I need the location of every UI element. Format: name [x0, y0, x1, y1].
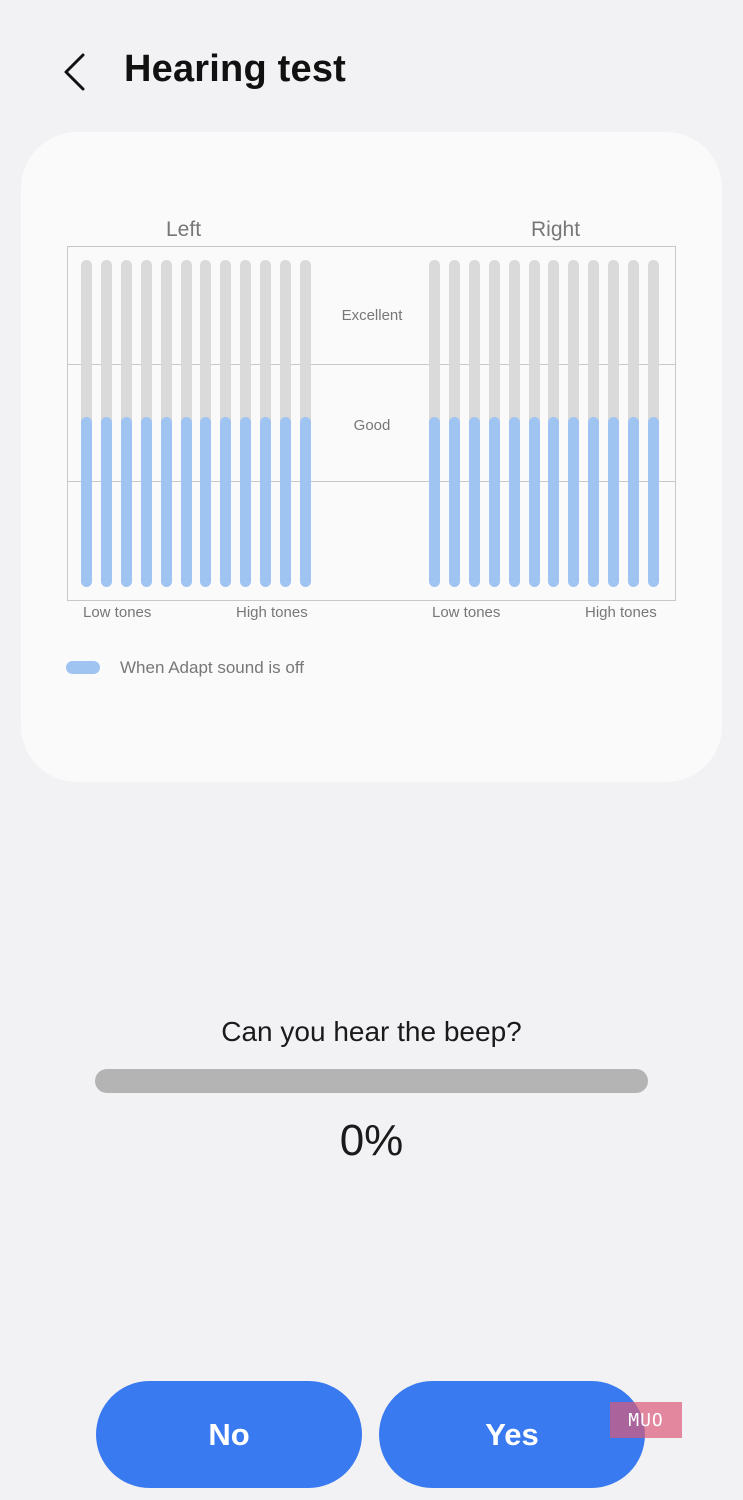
chevron-left-icon [64, 53, 85, 91]
header: Hearing test [0, 0, 743, 140]
left-frequency-bar [180, 260, 192, 587]
right-frequency-bar-level [548, 416, 560, 587]
band-label-excellent: Excellent [341, 307, 403, 324]
left-frequency-bar [160, 260, 172, 587]
left-frequency-bar-level [180, 416, 192, 587]
right-frequency-bar [608, 260, 620, 587]
right-frequency-bar [628, 260, 639, 587]
watermark-logo: MUO [610, 1402, 682, 1438]
left-frequency-bar [81, 260, 92, 587]
right-frequency-bar-level [448, 416, 460, 587]
right-frequency-bar [508, 260, 520, 587]
right-frequency-bar [468, 260, 480, 587]
right-frequency-bar-level [608, 416, 620, 587]
left-frequency-bar [200, 260, 212, 587]
right-frequency-bar-level [528, 416, 540, 587]
progress-percent: 0% [339, 1116, 404, 1165]
right-frequency-bar-level [429, 416, 440, 587]
back-button[interactable] [52, 48, 96, 96]
right-high-tones-label: High tones [585, 604, 657, 621]
left-frequency-bar [120, 260, 132, 587]
left-frequency-bar [240, 260, 252, 587]
band-divider [68, 481, 675, 482]
left-frequency-bar [220, 260, 232, 587]
side-label-left: Left [166, 218, 202, 241]
left-frequency-bar-level [100, 416, 112, 587]
yes-button[interactable]: Yes [379, 1381, 645, 1488]
left-low-tones-label: Low tones [83, 604, 152, 621]
right-frequency-bar [588, 260, 600, 587]
band-label-good: Good [353, 417, 391, 434]
right-frequency-bar-level [468, 416, 480, 587]
left-frequency-bar-level [299, 416, 311, 587]
hearing-graph: Excellent Good [67, 246, 676, 601]
page-title: Hearing test [124, 48, 347, 90]
left-frequency-bar [140, 260, 152, 587]
right-frequency-bar [548, 260, 560, 587]
question-text: Can you hear the beep? [221, 1016, 522, 1047]
left-frequency-bar-level [140, 416, 152, 587]
no-button[interactable]: No [96, 1381, 362, 1488]
right-frequency-bar-level [488, 416, 500, 587]
right-frequency-bar [488, 260, 500, 587]
band-divider [68, 364, 675, 365]
left-frequency-bar-level [220, 416, 232, 587]
progress-bar [95, 1069, 648, 1093]
left-frequency-bar [280, 260, 291, 587]
legend-swatch [66, 661, 100, 674]
right-frequency-bar [448, 260, 460, 587]
left-frequency-bar-level [280, 416, 291, 587]
right-frequency-bar [647, 260, 659, 587]
legend-text: When Adapt sound is off [120, 658, 304, 677]
left-frequency-bar-level [160, 416, 172, 587]
left-frequency-bar-level [120, 416, 132, 587]
side-label-right: Right [531, 218, 581, 241]
right-frequency-bar-level [508, 416, 520, 587]
right-frequency-bar [528, 260, 540, 587]
left-frequency-bar-level [200, 416, 212, 587]
right-frequency-bar-level [568, 416, 580, 587]
left-frequency-bar-level [260, 416, 272, 587]
left-frequency-bar [299, 260, 311, 587]
right-frequency-bar-level [628, 416, 639, 587]
right-frequency-bar-level [647, 416, 659, 587]
right-frequency-bar-level [588, 416, 600, 587]
left-frequency-bar [260, 260, 272, 587]
right-low-tones-label: Low tones [432, 604, 501, 621]
right-frequency-bar [429, 260, 440, 587]
left-frequency-bar [100, 260, 112, 587]
right-frequency-bar [568, 260, 580, 587]
left-frequency-bar-level [240, 416, 252, 587]
left-high-tones-label: High tones [236, 604, 308, 621]
left-frequency-bar-level [81, 416, 92, 587]
